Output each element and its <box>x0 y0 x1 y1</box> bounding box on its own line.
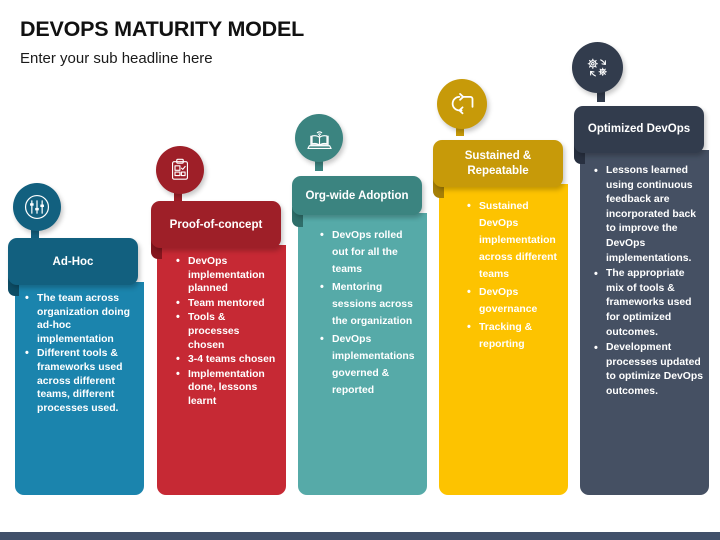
stage-bullet-list-sustained-repeatable: Sustained DevOps implementation across d… <box>439 184 568 362</box>
stage-bullet-list-ad-hoc: The team across organization doing ad-ho… <box>15 282 144 424</box>
page-title: DEVOPS MATURITY MODEL <box>20 17 305 41</box>
sliders-icon <box>22 192 52 222</box>
stage-bullet-list-proof-of-concept: DevOps implementation planned Team mento… <box>157 245 286 418</box>
clipboard-check-icon <box>166 156 194 184</box>
list-item: The team across organization doing ad-ho… <box>25 292 135 346</box>
stage-icon-optimized-devops[interactable] <box>572 42 623 93</box>
stage-icon-proof-of-concept[interactable] <box>156 146 204 194</box>
stage-bullet-list-optimized-devops: Lessons learned using continuous feedbac… <box>580 150 709 409</box>
stage-body-sustained-repeatable: Sustained DevOps implementation across d… <box>439 184 568 495</box>
list-item: DevOps implementations governed & report… <box>320 331 418 399</box>
list-item: Tools & processes chosen <box>176 311 277 352</box>
stage-tab-org-wide-adoption[interactable]: Org-wide Adoption <box>292 176 422 215</box>
stage-icon-sustained-repeatable[interactable] <box>437 79 487 129</box>
gears-cycle-icon <box>582 52 614 84</box>
list-item: Different tools & frameworks used across… <box>25 347 135 415</box>
stage-bullet-list-org-wide-adoption: DevOps rolled out for all the teams Ment… <box>298 213 427 408</box>
list-item: DevOps implementation planned <box>176 255 277 296</box>
stage-tab-proof-of-concept[interactable]: Proof-of-concept <box>151 201 281 248</box>
stage-tab-label: Proof-of-concept <box>169 218 263 231</box>
stage-tab-sustained-repeatable[interactable]: Sustained & Repeatable <box>433 140 563 187</box>
stage-body-optimized-devops: Lessons learned using continuous feedbac… <box>580 150 709 495</box>
list-item: DevOps governance <box>467 284 559 318</box>
stage-body-proof-of-concept: DevOps implementation planned Team mento… <box>157 245 286 495</box>
repeat-arrows-icon <box>447 89 477 119</box>
stage-icon-org-wide-adoption[interactable] <box>295 114 343 162</box>
list-item: The appropriate mix of tools & framework… <box>594 267 703 340</box>
list-item: Lessons learned using continuous feedbac… <box>594 164 703 266</box>
stage-tab-label: Ad-Hoc <box>52 255 94 268</box>
stage-tab-ad-hoc[interactable]: Ad-Hoc <box>8 238 138 285</box>
stage-body-org-wide-adoption: DevOps rolled out for all the teams Ment… <box>298 213 427 495</box>
list-item: Team mentored <box>176 297 277 311</box>
stage-icon-ad-hoc[interactable] <box>13 183 61 231</box>
stage-tab-label: Optimized DevOps <box>587 123 691 136</box>
list-item: DevOps rolled out for all the teams <box>320 227 418 278</box>
list-item: Tracking & reporting <box>467 319 559 353</box>
bottom-bar <box>0 532 720 540</box>
slide-root: DEVOPS MATURITY MODEL Enter your sub hea… <box>0 0 720 540</box>
stage-tab-label: Sustained & Repeatable <box>464 150 532 177</box>
book-wifi-icon <box>305 124 334 153</box>
stage-tab-optimized-devops[interactable]: Optimized DevOps <box>574 106 704 153</box>
list-item: 3-4 teams chosen <box>176 353 277 367</box>
list-item: Development processes updated to optimiz… <box>594 341 703 399</box>
list-item: Mentoring sessions across the organizati… <box>320 279 418 330</box>
stage-body-ad-hoc: The team across organization doing ad-ho… <box>15 282 144 495</box>
stage-tab-label: Org-wide Adoption <box>305 189 409 202</box>
page-subtitle: Enter your sub headline here <box>20 50 213 67</box>
list-item: Implementation done, lessons learnt <box>176 368 277 409</box>
list-item: Sustained DevOps implementation across d… <box>467 198 559 283</box>
